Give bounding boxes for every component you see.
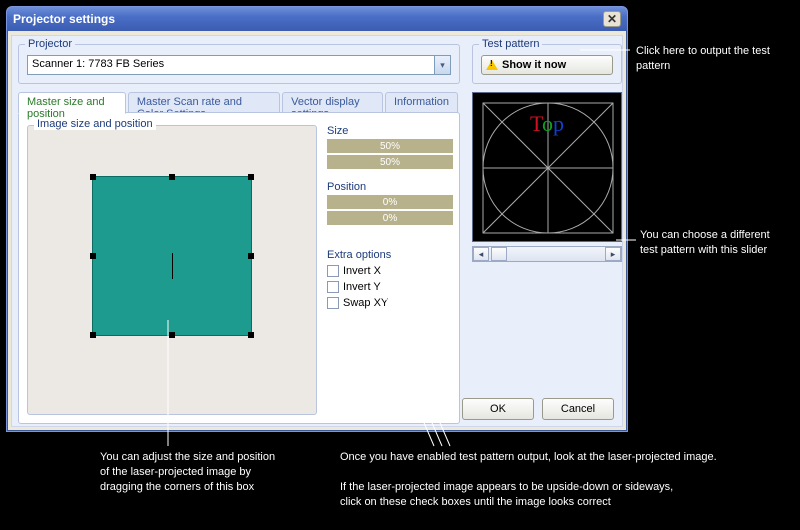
annot-checkboxes: Once you have enabled test pattern outpu… (340, 450, 717, 509)
projector-select-value: Scanner 1: 7783 FB Series (28, 56, 434, 74)
image-size-square[interactable] (92, 176, 252, 336)
titlebar[interactable]: Projector settings ✕ (7, 7, 627, 31)
test-pattern-top-text: Top (473, 111, 621, 137)
size-label: Size (327, 125, 453, 137)
resize-handle-se[interactable] (248, 332, 254, 338)
invert-y-checkbox[interactable]: Invert Y (327, 281, 453, 293)
test-pattern-slider[interactable]: ◂ ▸ (472, 246, 622, 262)
position-label: Position (327, 181, 453, 193)
warning-icon (486, 60, 498, 70)
projector-group: Projector Scanner 1: 7783 FB Series ▾ (18, 44, 460, 84)
ok-button[interactable]: OK (462, 398, 534, 420)
resize-handle-n[interactable] (169, 174, 175, 180)
position-y-slider[interactable]: 0% (327, 211, 453, 225)
scroll-right-button[interactable]: ▸ (605, 247, 621, 261)
checkbox-icon (327, 297, 339, 309)
annot-box: You can adjust the size and position of … (100, 450, 275, 495)
projector-select[interactable]: Scanner 1: 7783 FB Series ▾ (27, 55, 451, 75)
test-pattern-group: Test pattern Show it now (472, 44, 622, 84)
close-button[interactable]: ✕ (603, 11, 621, 27)
client-area: Projector Scanner 1: 7783 FB Series ▾ Te… (11, 35, 623, 427)
dialog-buttons: OK Cancel (462, 398, 614, 420)
tab-information[interactable]: Information (385, 92, 458, 114)
size-y-slider[interactable]: 50% (327, 155, 453, 169)
scroll-track[interactable] (489, 247, 605, 261)
test-pattern-preview: Top (472, 92, 622, 242)
test-pattern-group-label: Test pattern (479, 38, 542, 50)
window-title: Projector settings (13, 12, 603, 26)
cancel-button[interactable]: Cancel (542, 398, 614, 420)
resize-handle-ne[interactable] (248, 174, 254, 180)
resize-handle-sw[interactable] (90, 332, 96, 338)
test-pattern-preview-area: Top ◂ ▸ (472, 92, 622, 270)
annot-slider: You can choose a different test pattern … (640, 228, 770, 258)
size-x-slider[interactable]: 50% (327, 139, 453, 153)
tab-scan-rate-color[interactable]: Master Scan rate and Color Settings (128, 92, 280, 114)
center-mark (172, 253, 173, 279)
annot-show-button: Click here to output the test pattern (636, 44, 800, 74)
swap-xy-checkbox[interactable]: Swap XY (327, 297, 453, 309)
tab-master-size[interactable]: Master size and position (18, 92, 126, 114)
checkbox-icon (327, 265, 339, 277)
show-it-now-button[interactable]: Show it now (481, 55, 613, 75)
image-stage (36, 136, 308, 406)
right-column: Size 50% 50% Position 0% 0% Extra option… (327, 125, 453, 313)
projector-group-label: Projector (25, 38, 75, 50)
scroll-thumb[interactable] (491, 247, 507, 261)
tabstrip: Master size and position Master Scan rat… (18, 92, 460, 114)
chevron-down-icon: ▾ (434, 56, 450, 74)
resize-handle-e[interactable] (248, 253, 254, 259)
resize-handle-s[interactable] (169, 332, 175, 338)
invert-x-checkbox[interactable]: Invert X (327, 265, 453, 277)
resize-handle-nw[interactable] (90, 174, 96, 180)
tabpage-master-size: Image size and position (18, 112, 460, 424)
tab-vector-display[interactable]: Vector display settings (282, 92, 383, 114)
position-x-slider[interactable]: 0% (327, 195, 453, 209)
show-it-now-label: Show it now (502, 59, 566, 71)
extra-options-label: Extra options (327, 249, 453, 261)
scroll-left-button[interactable]: ◂ (473, 247, 489, 261)
checkbox-icon (327, 281, 339, 293)
image-size-position-box: Image size and position (27, 125, 317, 415)
projector-settings-window: Projector settings ✕ Projector Scanner 1… (6, 6, 628, 432)
resize-handle-w[interactable] (90, 253, 96, 259)
